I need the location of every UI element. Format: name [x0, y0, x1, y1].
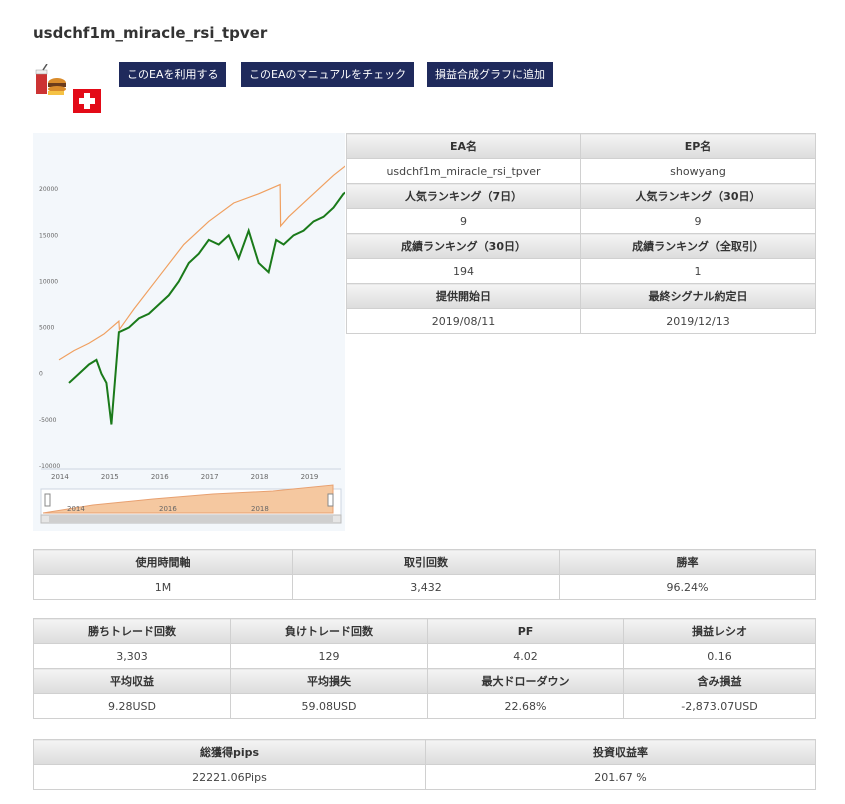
stats-table-3: 総獲得pips 投資収益率 22221.06Pips 201.67 % — [33, 739, 816, 790]
y-tick-label: -10000 — [39, 463, 60, 470]
value-roi: 201.67 % — [425, 764, 816, 790]
y-tick-label: 0 — [39, 371, 43, 378]
info-value-right: 9 — [580, 208, 816, 234]
header-pl-ratio: 損益レシオ — [623, 618, 816, 644]
navigator-tick-label: 2018 — [251, 505, 269, 513]
header-unrealized-pl: 含み損益 — [623, 668, 816, 694]
info-label-right: 成績ランキング（全取引） — [580, 233, 816, 259]
value-trade-count: 3,432 — [292, 574, 560, 600]
navigator-scrollbar-thumb — [49, 516, 333, 522]
info-label-left: 成績ランキング（30日） — [346, 233, 581, 259]
navigator-tick-label: 2014 — [67, 505, 85, 513]
navigator-handle-right — [327, 493, 334, 507]
header-avg-profit: 平均収益 — [33, 668, 231, 694]
header-roi: 投資収益率 — [425, 739, 816, 765]
value-avg-loss: 59.08USD — [230, 693, 428, 719]
value-pl-ratio: 0.16 — [623, 643, 816, 669]
info-label-left: 提供開始日 — [346, 283, 581, 309]
header-avg-loss: 平均損失 — [230, 668, 428, 694]
y-tick-label: 20000 — [39, 186, 58, 193]
value-pf: 4.02 — [427, 643, 624, 669]
header-total-pips: 総獲得pips — [33, 739, 426, 765]
page-title: usdchf1m_miracle_rsi_tpver — [33, 24, 268, 42]
profit-chart[interactable]: 20000 15000 10000 5000 0 -5000 -10000 2014 2015 2… — [33, 133, 352, 531]
add-to-graph-button[interactable]: 損益合成グラフに追加 — [427, 62, 553, 87]
y-tick-label: 15000 — [39, 232, 58, 239]
value-avg-profit: 9.28USD — [33, 693, 231, 719]
y-tick-label: 5000 — [39, 325, 54, 332]
swiss-flag-icon — [73, 89, 101, 113]
stats-table-2: 勝ちトレード回数 負けトレード回数 PF 損益レシオ 3,303 129 4.0… — [33, 618, 816, 719]
header-timeframe: 使用時間軸 — [33, 549, 293, 575]
value-win-rate: 96.24% — [559, 574, 816, 600]
info-label-right: 人気ランキング（30日） — [580, 183, 816, 209]
value-max-drawdown: 22.68% — [427, 693, 624, 719]
info-value-right: showyang — [580, 158, 816, 184]
header-win-trades: 勝ちトレード回数 — [33, 618, 231, 644]
info-label-right: EP名 — [580, 133, 816, 159]
value-unrealized-pl: -2,873.07USD — [623, 693, 816, 719]
stats-table-1: 使用時間軸 取引回数 勝率 1M 3,432 96.24% — [33, 549, 816, 600]
chart-background — [33, 133, 345, 531]
x-tick-label: 2018 — [251, 473, 269, 481]
info-value-left: 194 — [346, 258, 581, 284]
info-label-right: 最終シグナル約定日 — [580, 283, 816, 309]
x-tick-label: 2015 — [101, 473, 119, 481]
x-tick-label: 2017 — [201, 473, 219, 481]
info-value-left: 2019/08/11 — [346, 308, 581, 334]
info-label-left: EA名 — [346, 133, 581, 159]
x-tick-label: 2014 — [51, 473, 69, 481]
navigator-handle-left — [44, 493, 51, 507]
ea-info-table: EA名 EP名 usdchf1m_miracle_rsi_tpver showyang… — [346, 133, 816, 334]
navigator-tick-label: 2016 — [159, 505, 177, 513]
header-loss-trades: 負けトレード回数 — [230, 618, 428, 644]
info-value-right: 2019/12/13 — [580, 308, 816, 334]
x-tick-label: 2016 — [151, 473, 169, 481]
header-pf: PF — [427, 618, 624, 644]
use-ea-button[interactable]: このEAを利用する — [119, 62, 227, 87]
header-max-drawdown: 最大ドローダウン — [427, 668, 624, 694]
y-tick-label: -5000 — [39, 417, 57, 424]
chart-svg: 20000 15000 10000 5000 0 -5000 -10000 2014 2015 2… — [33, 133, 352, 531]
value-timeframe: 1M — [33, 574, 293, 600]
info-value-left: 9 — [346, 208, 581, 234]
value-win-trades: 3,303 — [33, 643, 231, 669]
ea-avatar-icon — [35, 64, 66, 95]
header-trade-count: 取引回数 — [292, 549, 560, 575]
check-manual-button[interactable]: このEAのマニュアルをチェック — [241, 62, 415, 87]
info-value-left: usdchf1m_miracle_rsi_tpver — [346, 158, 581, 184]
info-label-left: 人気ランキング（7日） — [346, 183, 581, 209]
value-loss-trades: 129 — [230, 643, 428, 669]
info-value-right: 1 — [580, 258, 816, 284]
y-tick-label: 10000 — [39, 278, 58, 285]
x-tick-label: 2019 — [301, 473, 319, 481]
value-total-pips: 22221.06Pips — [33, 764, 426, 790]
header-win-rate: 勝率 — [559, 549, 816, 575]
